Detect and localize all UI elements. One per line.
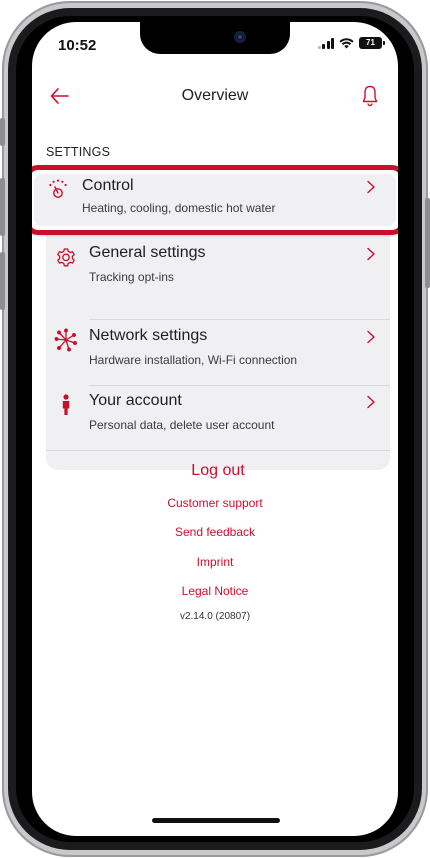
logout-button[interactable]: Log out <box>46 462 390 480</box>
notifications-button[interactable] <box>356 82 384 110</box>
settings-item-control-highlight: Control Heating, cooling, domestic hot w… <box>32 165 398 235</box>
home-indicator[interactable] <box>152 818 280 823</box>
settings-item-title: Network settings <box>89 327 208 344</box>
status-icons: 71 <box>317 37 385 49</box>
settings-item-network[interactable]: Network settings Hardware installation, … <box>46 320 390 385</box>
camera-icon <box>234 31 246 43</box>
settings-item-account[interactable]: Your account Personal data, delete user … <box>46 385 390 450</box>
settings-item-subtitle: Personal data, delete user account <box>89 418 275 432</box>
notch <box>140 22 290 54</box>
link-send-feedback[interactable]: Send feedback <box>32 525 398 539</box>
volume-up-button <box>0 178 5 236</box>
side-button <box>0 118 5 146</box>
link-customer-support[interactable]: Customer support <box>32 496 398 510</box>
page-title: Overview <box>181 87 249 104</box>
settings-item-title: Your account <box>89 392 182 409</box>
divider <box>46 450 390 451</box>
settings-item-title: Control <box>82 177 134 194</box>
status-time: 10:52 <box>58 37 97 54</box>
header: Overview <box>32 78 398 114</box>
settings-item-control[interactable]: Control Heating, cooling, domestic hot w… <box>34 174 396 226</box>
bell-icon <box>362 85 378 107</box>
section-label: SETTINGS <box>46 145 111 159</box>
battery-icon: 71 <box>359 37 385 49</box>
chevron-right-icon <box>367 395 375 409</box>
settings-item-subtitle: Heating, cooling, domestic hot water <box>82 201 276 215</box>
wifi-icon <box>339 37 354 48</box>
chevron-right-icon <box>367 247 375 261</box>
settings-item-title: General settings <box>89 244 206 261</box>
control-icon <box>46 178 70 202</box>
volume-down-button <box>0 252 5 310</box>
signal-icon <box>317 37 334 49</box>
app-version: v2.14.0 (20807) <box>179 611 251 622</box>
settings-item-subtitle: Tracking opt-ins <box>89 270 174 284</box>
screen: 10:52 71 Overview SETTINGS General setti… <box>32 22 398 836</box>
chevron-right-icon <box>367 330 375 344</box>
gear-icon <box>54 245 78 269</box>
settings-item-subtitle: Hardware installation, Wi-Fi connection <box>89 353 298 367</box>
link-legal-notice[interactable]: Legal Notice <box>32 584 398 598</box>
network-icon <box>54 328 78 352</box>
settings-item-general[interactable]: General settings Tracking opt-ins <box>46 237 390 302</box>
link-imprint[interactable]: Imprint <box>32 555 398 569</box>
settings-item-control-row[interactable]: Control Heating, cooling, domestic hot w… <box>36 174 392 239</box>
chevron-right-icon <box>367 180 375 194</box>
power-button <box>425 198 430 288</box>
person-icon <box>54 393 78 417</box>
